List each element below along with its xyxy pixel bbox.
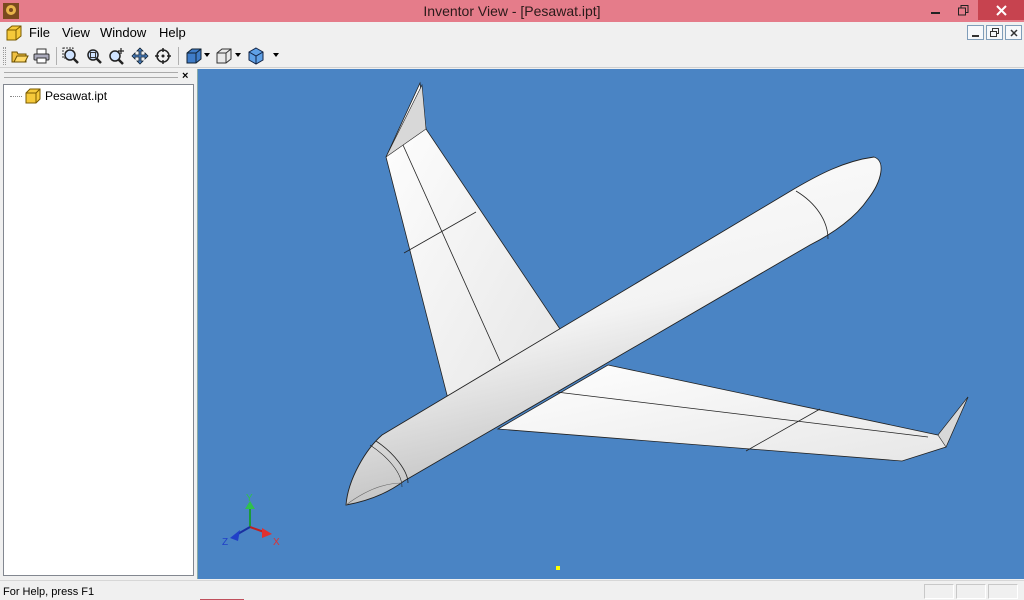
display-mode-button[interactable] xyxy=(214,46,234,66)
minimize-icon xyxy=(971,34,979,37)
display-mode-dropdown-arrow[interactable] xyxy=(235,53,241,57)
zoom-all-button[interactable] xyxy=(61,46,81,66)
title-bar: Inventor View - [Pesawat.ipt] xyxy=(0,0,1024,22)
shading-button[interactable] xyxy=(246,46,266,66)
open-button[interactable] xyxy=(10,46,30,66)
rotate-icon xyxy=(155,48,171,64)
toolbar-separator xyxy=(56,47,57,65)
open-icon xyxy=(11,51,29,63)
zoom-button[interactable] xyxy=(107,46,127,66)
y-axis-label: Y xyxy=(246,493,253,504)
part-icon xyxy=(25,88,41,104)
status-panel xyxy=(988,584,1018,599)
window-title: Inventor View - [Pesawat.ipt] xyxy=(423,3,601,19)
print-button[interactable] xyxy=(32,46,52,66)
minimize-icon xyxy=(931,12,940,14)
close-button[interactable] xyxy=(978,0,1024,20)
status-bar: For Help, press F1 xyxy=(0,580,1024,600)
menu-bar: File View Window Help xyxy=(0,22,1024,44)
document-minimize-button[interactable] xyxy=(967,25,984,40)
restore-icon xyxy=(957,4,968,15)
document-restore-button[interactable] xyxy=(986,25,1003,40)
status-text: For Help, press F1 xyxy=(3,586,95,598)
axis-triad: Y X Z xyxy=(222,493,280,548)
pan-button[interactable] xyxy=(130,46,150,66)
toolbar-grip[interactable] xyxy=(3,47,6,65)
document-icon[interactable] xyxy=(5,24,23,42)
view-cube-dropdown-arrow[interactable] xyxy=(204,53,210,57)
browser-pane-header: × xyxy=(0,69,196,83)
print-icon xyxy=(33,48,50,64)
display-mode-icon xyxy=(216,48,232,64)
zoom-all-icon xyxy=(62,47,79,64)
pane-close-button[interactable]: × xyxy=(182,69,188,83)
view-cube-icon xyxy=(186,48,202,64)
zoom-icon xyxy=(109,48,124,65)
tree-item-pesawat[interactable]: Pesawat.ipt xyxy=(10,87,107,105)
status-panel xyxy=(924,584,954,599)
z-axis-arrow xyxy=(230,530,240,541)
zoom-window-button[interactable] xyxy=(84,46,104,66)
menu-file[interactable]: File xyxy=(29,25,50,40)
pane-grip[interactable] xyxy=(4,72,178,78)
minimize-button[interactable] xyxy=(920,0,952,20)
view-cube-button[interactable] xyxy=(184,46,204,66)
view-marker xyxy=(556,566,560,570)
z-axis-label: Z xyxy=(222,537,228,548)
menu-view[interactable]: View xyxy=(62,25,90,40)
model-browser: Pesawat.ipt xyxy=(3,84,194,576)
status-panel xyxy=(956,584,986,599)
restore-icon xyxy=(990,28,999,37)
shading-icon xyxy=(248,47,264,65)
3d-viewport[interactable]: Y X Z xyxy=(197,69,1024,579)
close-icon xyxy=(995,4,1007,16)
rotate-button[interactable] xyxy=(153,46,173,66)
x-axis-label: X xyxy=(273,537,280,548)
restore-button[interactable] xyxy=(950,0,976,20)
tree-item-label: Pesawat.ipt xyxy=(45,89,108,103)
zoom-window-icon xyxy=(87,49,102,64)
tree-connector xyxy=(10,95,22,97)
shading-dropdown-arrow[interactable] xyxy=(273,53,279,57)
menu-help[interactable]: Help xyxy=(159,25,186,40)
document-close-button[interactable] xyxy=(1005,25,1022,40)
toolbar xyxy=(0,44,1024,68)
menu-window[interactable]: Window xyxy=(100,25,146,40)
close-icon xyxy=(1009,28,1018,37)
pan-icon xyxy=(131,47,149,65)
x-axis-arrow xyxy=(262,528,272,538)
airplane-model: Y X Z xyxy=(222,81,969,570)
toolbar-separator xyxy=(178,47,179,65)
